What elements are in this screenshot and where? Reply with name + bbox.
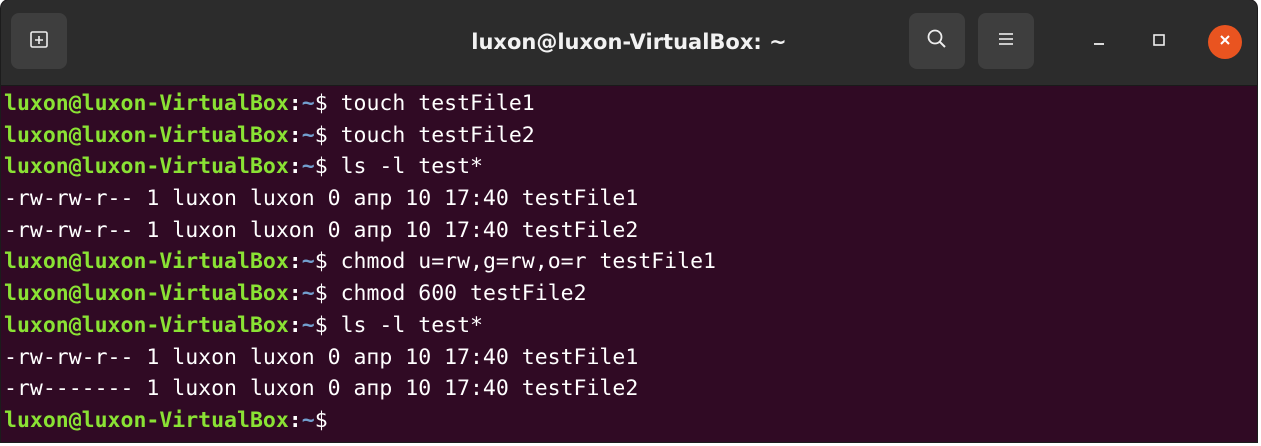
maximize-icon [1151, 32, 1167, 53]
prompt-path: ~ [301, 281, 315, 307]
search-button[interactable] [909, 13, 965, 69]
prompt-user-host: luxon@luxon-VirtualBox [4, 249, 289, 275]
output-line: -rw------- 1 luxon luxon 0 апр 10 17:40 … [4, 373, 1257, 405]
prompt-colon: : [288, 312, 302, 338]
prompt-user-host: luxon@luxon-VirtualBox [4, 281, 289, 307]
maximize-button[interactable] [1142, 25, 1176, 59]
command-line: luxon@luxon-VirtualBox:~$ ls -l test* [4, 310, 1257, 342]
minimize-button[interactable] [1082, 25, 1116, 59]
output-line: -rw-rw-r-- 1 luxon luxon 0 апр 10 17:40 … [4, 215, 1257, 247]
output-line: -rw-rw-r-- 1 luxon luxon 0 апр 10 17:40 … [4, 183, 1257, 215]
prompt-colon: : [288, 122, 302, 148]
prompt-colon: : [288, 249, 302, 275]
command-line: luxon@luxon-VirtualBox:~$ [4, 405, 1257, 437]
terminal-window: luxon@luxon-VirtualBox: ~ luxon@luxon-Vi… [1, 0, 1257, 442]
command-text: chmod u=rw,g=rw,o=r testFile1 [327, 249, 716, 275]
prompt-symbol: $ [314, 249, 328, 275]
title-bar: luxon@luxon-VirtualBox: ~ [1, 0, 1257, 86]
prompt-symbol: $ [314, 154, 328, 180]
search-icon [926, 28, 948, 55]
new-tab-icon [29, 29, 49, 54]
command-line: luxon@luxon-VirtualBox:~$ chmod u=rw,g=r… [4, 246, 1257, 278]
output-text: -rw------- 1 luxon luxon 0 апр 10 17:40 … [4, 376, 639, 402]
prompt-symbol: $ [314, 281, 328, 307]
command-line: luxon@luxon-VirtualBox:~$ touch testFile… [4, 88, 1257, 120]
command-text: touch testFile2 [327, 122, 535, 148]
prompt-symbol: $ [314, 122, 328, 148]
command-line: luxon@luxon-VirtualBox:~$ ls -l test* [4, 151, 1257, 183]
command-text: chmod 600 testFile2 [327, 281, 587, 307]
prompt-path: ~ [301, 154, 315, 180]
prompt-path: ~ [301, 122, 315, 148]
command-line: luxon@luxon-VirtualBox:~$ touch testFile… [4, 120, 1257, 152]
command-text: ls -l test* [327, 312, 483, 338]
prompt-user-host: luxon@luxon-VirtualBox [4, 154, 289, 180]
menu-button[interactable] [978, 13, 1034, 69]
prompt-symbol: $ [314, 312, 328, 338]
prompt-user-host: luxon@luxon-VirtualBox [4, 91, 289, 116]
prompt-colon: : [288, 154, 302, 180]
prompt-colon: : [288, 91, 302, 116]
command-text: ls -l test* [327, 154, 483, 180]
close-button[interactable] [1208, 25, 1242, 59]
command-text: touch testFile1 [327, 91, 535, 116]
prompt-colon: : [288, 407, 302, 433]
command-line: luxon@luxon-VirtualBox:~$ chmod 600 test… [4, 278, 1257, 310]
prompt-path: ~ [301, 249, 315, 275]
window-title: luxon@luxon-VirtualBox: ~ [471, 30, 787, 54]
prompt-user-host: luxon@luxon-VirtualBox [4, 122, 289, 148]
terminal-cursor [328, 405, 339, 432]
prompt-user-host: luxon@luxon-VirtualBox [4, 312, 289, 338]
prompt-path: ~ [301, 91, 315, 116]
prompt-path: ~ [301, 312, 315, 338]
close-icon [1217, 32, 1233, 53]
prompt-colon: : [288, 281, 302, 307]
prompt-symbol: $ [314, 91, 328, 116]
terminal-output[interactable]: luxon@luxon-VirtualBox:~$ touch testFile… [1, 86, 1257, 442]
output-text: -rw-rw-r-- 1 luxon luxon 0 апр 10 17:40 … [4, 186, 639, 212]
prompt-user-host: luxon@luxon-VirtualBox [4, 407, 289, 433]
minimize-icon [1091, 32, 1107, 53]
prompt-symbol: $ [314, 407, 328, 433]
output-line: -rw-rw-r-- 1 luxon luxon 0 апр 10 17:40 … [4, 342, 1257, 374]
output-text: -rw-rw-r-- 1 luxon luxon 0 апр 10 17:40 … [4, 217, 639, 243]
output-text: -rw-rw-r-- 1 luxon luxon 0 апр 10 17:40 … [4, 344, 639, 370]
new-tab-button[interactable] [11, 13, 67, 69]
hamburger-menu-icon [996, 30, 1016, 53]
prompt-path: ~ [301, 407, 315, 433]
